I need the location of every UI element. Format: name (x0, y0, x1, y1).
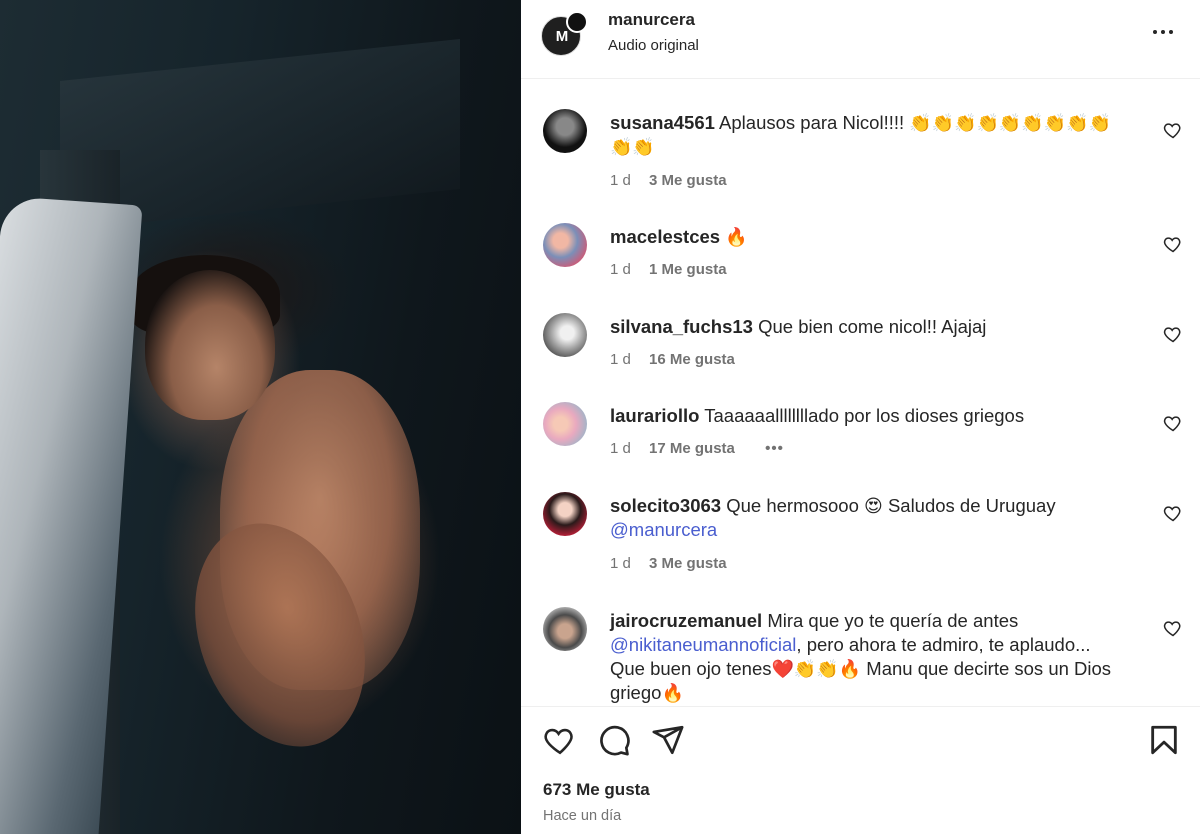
comment-like-heart-icon[interactable] (1163, 234, 1183, 254)
owner-username[interactable]: manurcera (608, 10, 695, 30)
tent-curtain-shape (0, 195, 143, 834)
comment-like-heart-icon[interactable] (1163, 120, 1183, 140)
comment-time[interactable]: 1 d (610, 172, 631, 189)
paper-plane-icon[interactable] (651, 723, 685, 757)
comment-text: jairocruzemanuel Mira que yo te quería d… (610, 609, 1140, 705)
comment-body: Que bien come nicol!! Ajajaj (758, 316, 987, 337)
commenter-avatar[interactable] (543, 492, 587, 536)
commenter-avatar[interactable] (543, 607, 587, 651)
comment-likes[interactable]: 17 Me gusta (649, 440, 735, 457)
comment-likes[interactable]: 3 Me gusta (649, 172, 727, 189)
fire-emoji: 🔥 (725, 227, 748, 247)
comment-text: macelestces 🔥 (610, 225, 1140, 249)
post-timestamp[interactable]: Hace un día (543, 808, 621, 824)
comment-likes[interactable]: 3 Me gusta (649, 555, 727, 572)
comment-meta: 1 d 1 Me gusta (610, 261, 727, 278)
comment-body: Manu que decirte sos un Dios (866, 658, 1112, 679)
comment-username[interactable]: laurariollo (610, 405, 699, 426)
avatar-logo: M (555, 28, 569, 45)
post-side-panel: M manurcera Audio original susana4561 Ap… (521, 0, 1200, 834)
clap-emoji: 👏👏👏👏👏👏👏👏👏 (909, 113, 1111, 133)
comment-body: Que buen ojo tenes (610, 658, 772, 679)
comment-username[interactable]: solecito3063 (610, 495, 721, 516)
audio-label[interactable]: Audio original (608, 37, 699, 54)
comment-likes[interactable]: 16 Me gusta (649, 351, 735, 368)
comment-like-heart-icon[interactable] (1163, 413, 1183, 433)
post-likes-count[interactable]: 673 Me gusta (543, 780, 650, 800)
comment-body: griego (610, 682, 662, 703)
comment-meta: 1 d 3 Me gusta (610, 172, 727, 189)
heart-clap-fire-emoji: ❤️👏👏🔥 (771, 659, 862, 679)
comment-body: Aplausos para Nicol!!!! (719, 112, 905, 133)
comment-meta: 1 d 16 Me gusta (610, 351, 735, 368)
comment-time[interactable]: 1 d (610, 555, 631, 572)
commenter-avatar[interactable] (543, 313, 587, 357)
comment-time[interactable]: 1 d (610, 261, 631, 278)
comment-body: , pero ahora te admiro, te aplaudo... (796, 634, 1091, 655)
more-horizontal-icon (1153, 30, 1173, 34)
comment-mention-link[interactable]: @manurcera (610, 519, 717, 540)
commenter-avatar[interactable] (543, 402, 587, 446)
comment-meta: 1 d 3 Me gusta (610, 555, 727, 572)
heart-eyes-emoji: 😍 (864, 496, 883, 516)
post-media-image[interactable] (0, 0, 521, 834)
like-heart-icon[interactable] (543, 723, 577, 757)
comment-likes[interactable]: 1 Me gusta (649, 261, 727, 278)
comment-time[interactable]: 1 d (610, 440, 631, 457)
fire-emoji: 🔥 (661, 683, 684, 703)
comment-bubble-icon[interactable] (597, 723, 631, 757)
more-options-button[interactable] (1148, 20, 1178, 44)
comment-more-button[interactable]: ••• (765, 440, 784, 457)
comment-username[interactable]: susana4561 (610, 112, 715, 133)
comment-body: Mira que yo te quería de antes (767, 610, 1019, 631)
comment-like-heart-icon[interactable] (1163, 618, 1183, 638)
comment-like-heart-icon[interactable] (1163, 503, 1183, 523)
comment-username[interactable]: macelestces (610, 226, 720, 247)
comment-text: susana4561 Aplausos para Nicol!!!! 👏👏👏👏👏… (610, 111, 1140, 159)
comment-mention-link[interactable]: @nikitaneumannoficial (610, 634, 796, 655)
comment-time[interactable]: 1 d (610, 351, 631, 368)
comment-text: laurariollo Taaaaaallllllllado por los d… (610, 404, 1140, 428)
comment-username[interactable]: silvana_fuchs13 (610, 316, 753, 337)
clap-emoji: 👏👏 (610, 137, 655, 157)
tent-roof-shape (60, 38, 460, 232)
comment-text: silvana_fuchs13 Que bien come nicol!! Aj… (610, 315, 1140, 339)
comment-body: Que hermosooo (726, 495, 859, 516)
comment-username[interactable]: jairocruzemanuel (610, 610, 762, 631)
comment-body: Saludos de Uruguay (887, 495, 1056, 516)
post-actions-bar: 673 Me gusta Hace un día (521, 706, 1200, 834)
head-shape (145, 270, 275, 420)
bookmark-icon[interactable] (1147, 723, 1181, 757)
commenter-avatar[interactable] (543, 223, 587, 267)
comment-like-heart-icon[interactable] (1163, 324, 1183, 344)
post-header: M manurcera Audio original (521, 0, 1200, 79)
comment-text: solecito3063 Que hermosooo 😍 Saludos de … (610, 494, 1140, 542)
owner-avatar[interactable]: M (541, 11, 588, 56)
commenter-avatar[interactable] (543, 109, 587, 153)
comment-meta: 1 d 17 Me gusta ••• (610, 440, 784, 457)
comments-list[interactable]: susana4561 Aplausos para Nicol!!!! 👏👏👏👏👏… (521, 80, 1200, 705)
comment-body: Taaaaaallllllllado por los dioses griego… (704, 405, 1025, 426)
